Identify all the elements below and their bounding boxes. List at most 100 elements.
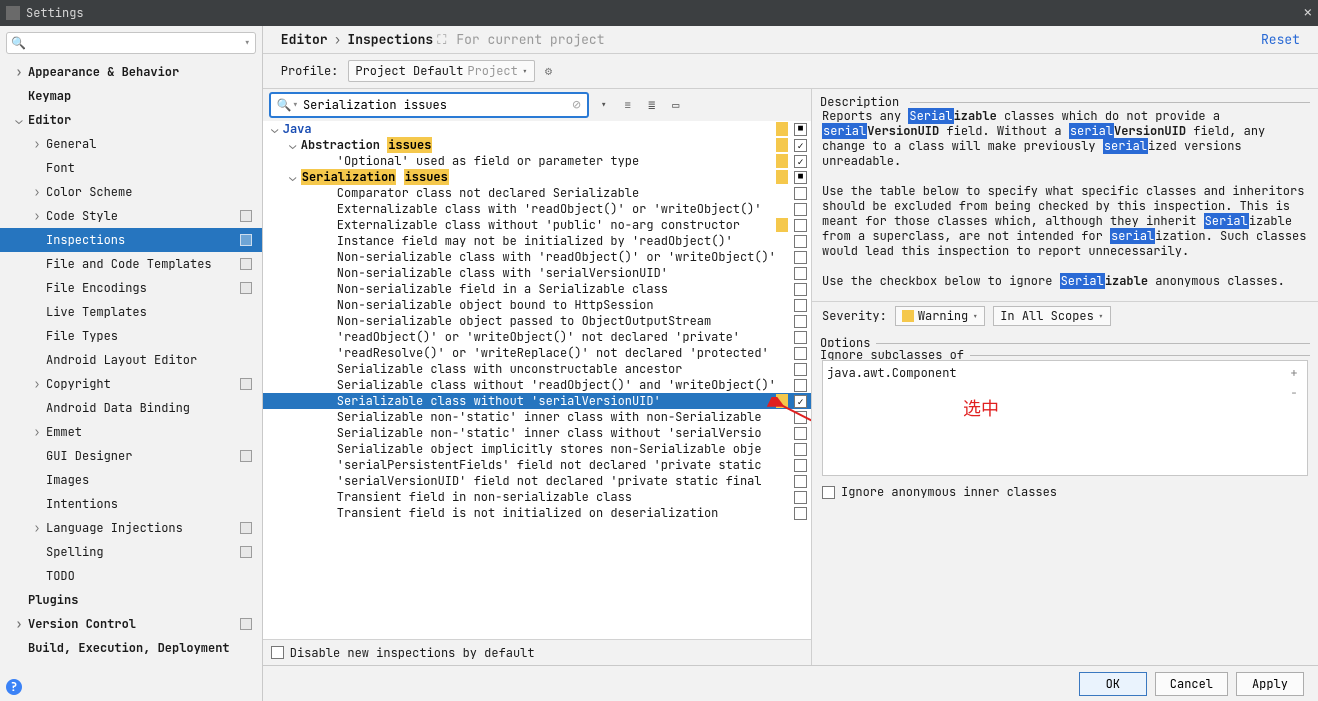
clear-icon[interactable]: ⊘: [572, 96, 580, 114]
show-icon[interactable]: ▭: [667, 96, 685, 114]
scope-combo[interactable]: In All Scopes ▾: [993, 306, 1111, 326]
tree-row[interactable]: Serializable non-'static' inner class wi…: [263, 409, 811, 425]
ignore-entry[interactable]: java.awt.Component: [827, 365, 1285, 471]
tree-row[interactable]: Externalizable class without 'public' no…: [263, 217, 811, 233]
checkbox[interactable]: [794, 171, 807, 184]
inspection-search-input[interactable]: [303, 97, 572, 113]
sidebar-item[interactable]: TODO: [0, 564, 262, 588]
remove-icon[interactable]: −: [1290, 385, 1297, 401]
cancel-button[interactable]: Cancel: [1155, 672, 1228, 696]
ok-button[interactable]: OK: [1079, 672, 1147, 696]
profile-combo[interactable]: Project Default Project ▾: [348, 60, 534, 82]
checkbox[interactable]: [794, 283, 807, 296]
gear-icon[interactable]: ⚙: [545, 63, 552, 79]
reset-link[interactable]: Reset: [1261, 31, 1300, 48]
tree-row[interactable]: 'serialVersionUID' field not declared 'p…: [263, 473, 811, 489]
tree-row[interactable]: Non-serializable class with 'readObject(…: [263, 249, 811, 265]
sidebar-item[interactable]: Keymap: [0, 84, 262, 108]
checkbox[interactable]: [794, 379, 807, 392]
ignore-anon-checkbox[interactable]: [822, 486, 835, 499]
tree-row[interactable]: 'serialPersistentFields' field not decla…: [263, 457, 811, 473]
inspection-search[interactable]: 🔍▾ ⊘: [269, 92, 589, 118]
disable-new-checkbox[interactable]: [271, 646, 284, 659]
checkbox[interactable]: [794, 299, 807, 312]
sidebar-item[interactable]: File and Code Templates: [0, 252, 262, 276]
checkbox[interactable]: [794, 267, 807, 280]
sidebar-item[interactable]: File Types: [0, 324, 262, 348]
tree-row[interactable]: Serializable class without 'readObject()…: [263, 377, 811, 393]
tree-row[interactable]: ⌄Abstraction issues: [263, 137, 811, 153]
checkbox[interactable]: [794, 187, 807, 200]
tree-row[interactable]: Serializable non-'static' inner class wi…: [263, 425, 811, 441]
sidebar-item[interactable]: Android Layout Editor: [0, 348, 262, 372]
sidebar-item[interactable]: ›Version Control: [0, 612, 262, 636]
checkbox[interactable]: [794, 443, 807, 456]
tree-row[interactable]: Non-serializable class with 'serialVersi…: [263, 265, 811, 281]
sidebar-item[interactable]: Live Templates: [0, 300, 262, 324]
tree-row[interactable]: Transient field is not initialized on de…: [263, 505, 811, 521]
tree-row[interactable]: Non-serializable field in a Serializable…: [263, 281, 811, 297]
tree-row[interactable]: Externalizable class with 'readObject()'…: [263, 201, 811, 217]
sidebar-item[interactable]: GUI Designer: [0, 444, 262, 468]
close-icon[interactable]: ✕: [1304, 4, 1312, 22]
checkbox[interactable]: [794, 395, 807, 408]
sidebar-item[interactable]: Inspections: [0, 228, 262, 252]
sidebar-item[interactable]: Images: [0, 468, 262, 492]
checkbox[interactable]: [794, 347, 807, 360]
tree-row[interactable]: Non-serializable object bound to HttpSes…: [263, 297, 811, 313]
tree-row[interactable]: Transient field in non-serializable clas…: [263, 489, 811, 505]
tree-row[interactable]: Serializable class with unconstructable …: [263, 361, 811, 377]
checkbox[interactable]: [794, 363, 807, 376]
severity-combo[interactable]: Warning ▾: [895, 306, 985, 326]
checkbox[interactable]: [794, 235, 807, 248]
crumb-editor[interactable]: Editor: [281, 31, 328, 48]
apply-button[interactable]: Apply: [1236, 672, 1304, 696]
expand-all-icon[interactable]: ≡: [619, 96, 637, 114]
checkbox[interactable]: [794, 459, 807, 472]
sidebar-item[interactable]: Font: [0, 156, 262, 180]
sidebar-item[interactable]: File Encodings: [0, 276, 262, 300]
tree-row[interactable]: Non-serializable object passed to Object…: [263, 313, 811, 329]
sidebar-item[interactable]: ›Language Injections: [0, 516, 262, 540]
sidebar-item[interactable]: ›Code Style: [0, 204, 262, 228]
sidebar-item[interactable]: ⌄Editor: [0, 108, 262, 132]
tree-row[interactable]: ⌄Java: [263, 121, 811, 137]
sidebar-item[interactable]: Android Data Binding: [0, 396, 262, 420]
checkbox[interactable]: [794, 475, 807, 488]
tree-row[interactable]: Serializable object implicitly stores no…: [263, 441, 811, 457]
checkbox[interactable]: [794, 123, 807, 136]
sidebar-item[interactable]: ›Appearance & Behavior: [0, 60, 262, 84]
sidebar-search[interactable]: 🔍 ▾: [6, 32, 256, 54]
help-button[interactable]: ?: [0, 673, 262, 701]
dropdown-icon[interactable]: ▾: [244, 35, 251, 51]
checkbox[interactable]: [794, 411, 807, 424]
tree-row[interactable]: ⌄Serialization issues: [263, 169, 811, 185]
checkbox[interactable]: [794, 155, 807, 168]
checkbox[interactable]: [794, 315, 807, 328]
tree-row[interactable]: 'readResolve()' or 'writeReplace()' not …: [263, 345, 811, 361]
add-icon[interactable]: +: [1290, 365, 1297, 381]
tree-row[interactable]: 'Optional' used as field or parameter ty…: [263, 153, 811, 169]
tree-row[interactable]: Serializable class without 'serialVersio…: [263, 393, 811, 409]
sidebar-item[interactable]: Intentions: [0, 492, 262, 516]
filter-icon[interactable]: ▾: [595, 96, 613, 114]
sidebar-item[interactable]: ›Copyright: [0, 372, 262, 396]
tree-row[interactable]: Instance field may not be initialized by…: [263, 233, 811, 249]
sidebar-item[interactable]: Plugins: [0, 588, 262, 612]
collapse-all-icon[interactable]: ≣: [643, 96, 661, 114]
sidebar-item[interactable]: ›Emmet: [0, 420, 262, 444]
sidebar-item[interactable]: ›General: [0, 132, 262, 156]
checkbox[interactable]: [794, 251, 807, 264]
checkbox[interactable]: [794, 427, 807, 440]
checkbox[interactable]: [794, 491, 807, 504]
tree-row[interactable]: 'readObject()' or 'writeObject()' not de…: [263, 329, 811, 345]
inspection-tree[interactable]: ⌄Java⌄Abstraction issues'Optional' used …: [263, 121, 811, 639]
checkbox[interactable]: [794, 219, 807, 232]
sidebar-item[interactable]: Build, Execution, Deployment: [0, 636, 262, 660]
sidebar-item[interactable]: Spelling: [0, 540, 262, 564]
checkbox[interactable]: [794, 331, 807, 344]
checkbox[interactable]: [794, 139, 807, 152]
sidebar-item[interactable]: ›Color Scheme: [0, 180, 262, 204]
tree-row[interactable]: Comparator class not declared Serializab…: [263, 185, 811, 201]
ignore-list[interactable]: java.awt.Component + − 选中: [822, 360, 1308, 476]
